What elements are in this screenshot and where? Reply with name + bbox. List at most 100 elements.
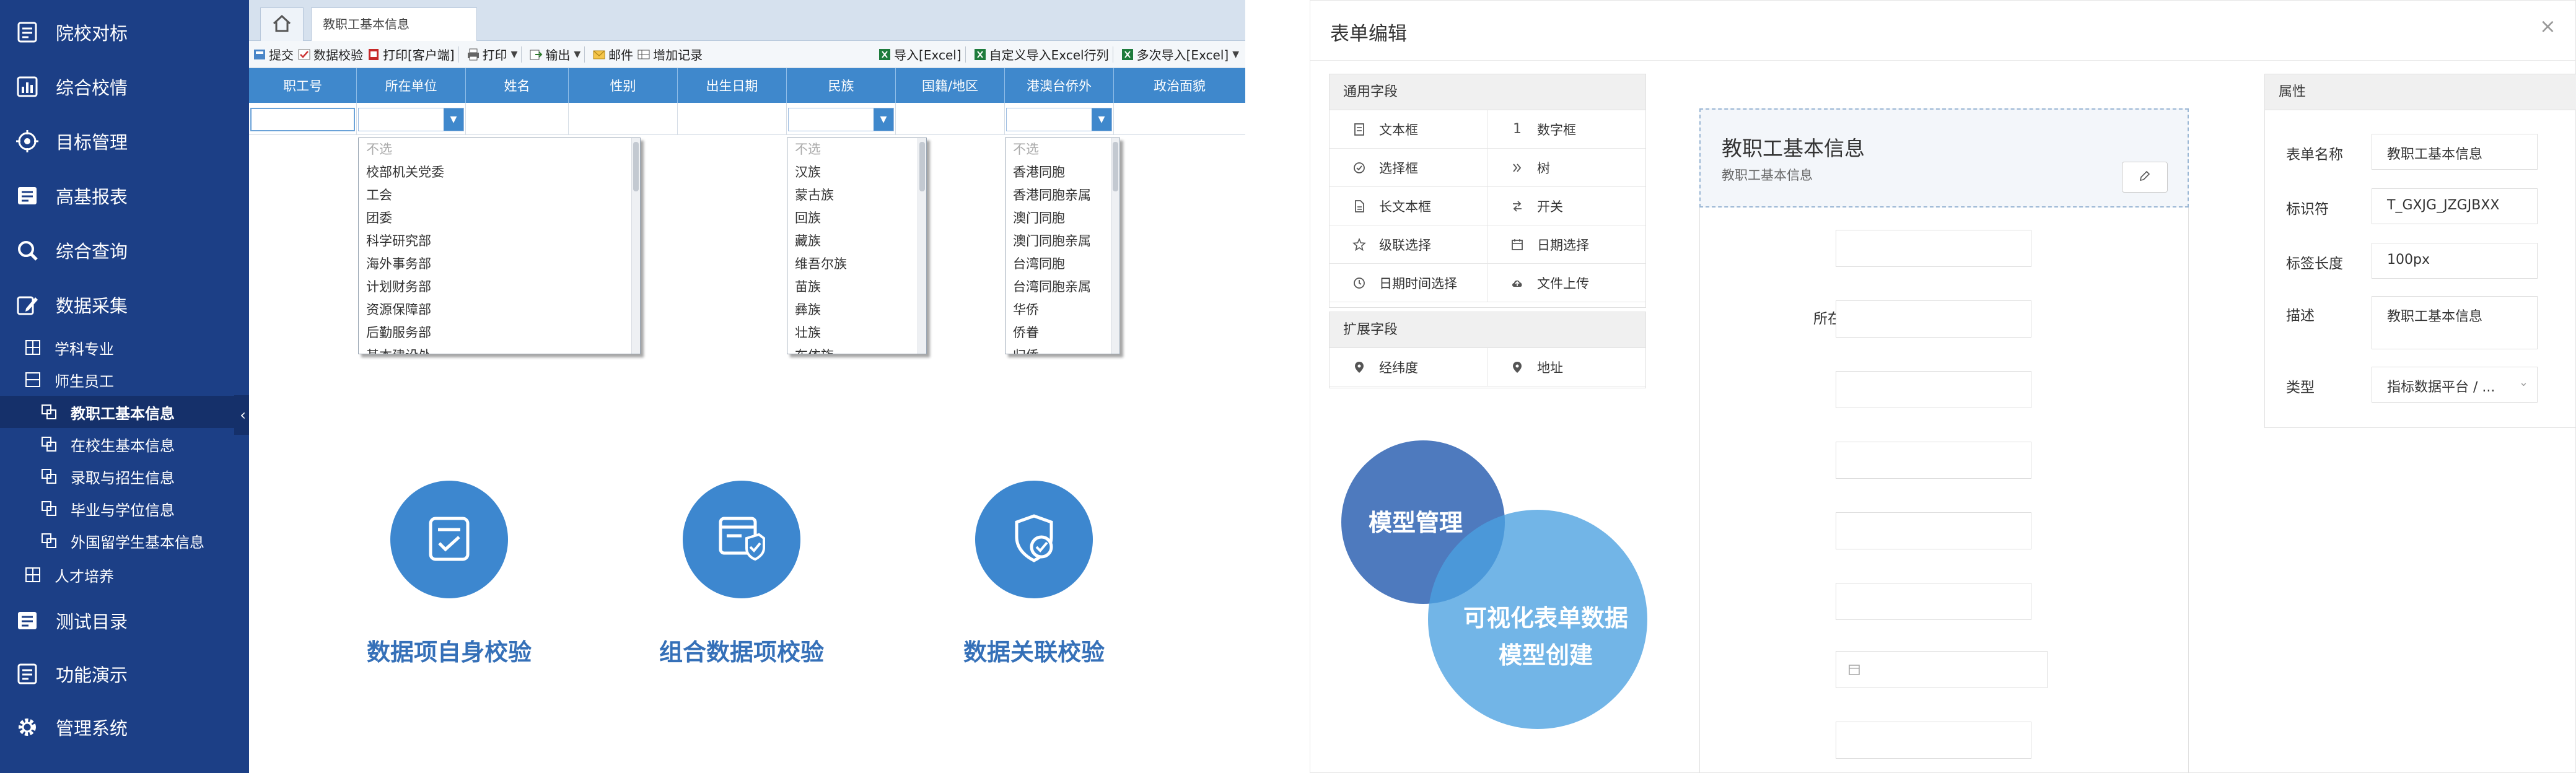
nav-item-goals[interactable]: 目标管理 (0, 115, 249, 167)
name-input[interactable] (1836, 371, 2031, 408)
field-date[interactable]: 日期选择 (1487, 225, 1645, 264)
custom-import-button[interactable]: 自定义导入Excel行列 (973, 45, 1109, 63)
dropdown-option[interactable]: 台湾同胞亲属 (1005, 276, 1119, 299)
add-record-button[interactable]: 增加记录 (637, 45, 703, 63)
unit-code-input[interactable] (1836, 300, 2031, 338)
dropdown-option[interactable]: 澳门同胞 (1005, 207, 1119, 230)
form-name-input[interactable]: 教职工基本信息 (2372, 134, 2538, 170)
dropdown-option[interactable]: 科学研究部 (359, 230, 640, 253)
chevron-down-icon[interactable]: ▼ (874, 108, 893, 131)
column-header[interactable]: 出生日期 (678, 68, 787, 103)
home-tab[interactable] (260, 7, 304, 41)
dropdown-option[interactable]: 汉族 (787, 161, 926, 184)
column-header[interactable]: 国籍/地区 (896, 68, 1005, 103)
validate-button[interactable]: 数据校验 (297, 45, 363, 63)
dropdown-option[interactable]: 团委 (359, 207, 640, 230)
dropdown-option[interactable]: 维吾尔族 (787, 253, 926, 276)
dropdown-option[interactable]: 香港同胞 (1005, 161, 1119, 184)
dropdown-scrollbar[interactable] (631, 138, 640, 354)
field-select[interactable]: 选择框 (1330, 149, 1487, 187)
nav-item-admin[interactable]: 管理系统 (0, 701, 249, 753)
pinyin-name-input[interactable] (1836, 512, 2031, 549)
tab-staff-info[interactable]: 教职工基本信息 (311, 7, 477, 41)
nav-item-benchmark[interactable]: 院校对标 (0, 6, 249, 58)
submit-button[interactable]: 提交 (253, 45, 294, 63)
nav-item-overview[interactable]: 综合校情 (0, 61, 249, 113)
dropdown-option[interactable]: 藏族 (787, 230, 926, 253)
type-select[interactable]: 指标数据平台 / ... ⌄ (2372, 367, 2538, 403)
dropdown-option[interactable]: 蒙古族 (787, 184, 926, 207)
nav-item-query[interactable]: 综合查询 (0, 224, 249, 276)
print-button[interactable]: 打印 ▼ (467, 45, 517, 63)
edit-header-button[interactable] (2122, 162, 2168, 193)
dropdown-option[interactable]: 壮族 (787, 321, 926, 344)
nav-item-demo[interactable]: 功能演示 (0, 648, 249, 700)
column-header[interactable]: 所在单位 (357, 68, 466, 103)
nav-sub-staff[interactable]: 师生员工 (0, 364, 249, 396)
mail-button[interactable]: 邮件 (592, 45, 633, 63)
dropdown-scrollbar[interactable] (1111, 138, 1119, 354)
staff-id-input[interactable] (1836, 230, 2031, 267)
scrollbar-thumb[interactable] (633, 142, 639, 191)
scrollbar-thumb[interactable] (1113, 142, 1118, 191)
dropdown-option[interactable]: 彝族 (787, 299, 926, 321)
column-header[interactable]: 民族 (787, 68, 896, 103)
birthplace-code-input[interactable] (1836, 722, 2031, 759)
nav-leaf-foreign-students[interactable]: 外国留学生基本信息 (0, 525, 249, 557)
nav-sub-discipline[interactable]: 学科专业 (0, 331, 249, 364)
dropdown-option[interactable]: 不选 (787, 138, 926, 161)
dropdown-option[interactable]: 布依族 (787, 344, 926, 354)
nav-sub-talent[interactable]: 人才培养 (0, 559, 249, 591)
nav-leaf-staff-info[interactable]: 教职工基本信息 (0, 396, 249, 428)
field-long-text[interactable]: 长文本框 (1330, 187, 1487, 225)
dropdown-option[interactable]: 侨眷 (1005, 321, 1119, 344)
ethnic-filter-select[interactable]: ▼ (788, 108, 894, 131)
nav-leaf-admission[interactable]: 录取与招生信息 (0, 460, 249, 492)
export-button[interactable]: 输出 ▼ (529, 45, 580, 63)
nav-item-reports[interactable]: 高基报表 (0, 170, 249, 222)
dropdown-option[interactable]: 后勤服务部 (359, 321, 640, 344)
column-header[interactable]: 政治面貌 (1114, 68, 1245, 103)
multi-import-button[interactable]: 多次导入[Excel] ▼ (1121, 45, 1239, 63)
column-header[interactable]: 性别 (569, 68, 678, 103)
import-excel-button[interactable]: 导入[Excel] (878, 45, 962, 63)
chevron-down-icon[interactable]: ▼ (1092, 108, 1111, 131)
dropdown-option[interactable]: 归侨 (1005, 344, 1119, 354)
dropdown-option[interactable]: 华侨 (1005, 299, 1119, 321)
dropdown-option[interactable]: 台湾同胞 (1005, 253, 1119, 276)
field-datetime[interactable]: 日期时间选择 (1330, 264, 1487, 302)
staff-id-filter-input[interactable] (250, 108, 355, 131)
nav-item-test[interactable]: 测试目录 (0, 595, 249, 647)
print-client-button[interactable]: 打印[客户端] (367, 45, 455, 63)
dropdown-option[interactable]: 工会 (359, 184, 640, 207)
english-name-input[interactable] (1836, 442, 2031, 479)
description-textarea[interactable]: 教职工基本信息 (2372, 296, 2538, 349)
field-number[interactable]: 1 数字框 (1487, 110, 1645, 149)
dropdown-option[interactable]: 资源保障部 (359, 299, 640, 321)
unit-filter-select[interactable]: ▼ (358, 108, 464, 131)
column-header[interactable]: 职工号 (249, 68, 357, 103)
nav-item-collection[interactable]: 数据采集 (0, 279, 249, 331)
nav-leaf-student-info[interactable]: 在校生基本信息 (0, 428, 249, 460)
field-coordinates[interactable]: 经纬度 (1330, 348, 1487, 386)
dropdown-option[interactable]: 回族 (787, 207, 926, 230)
label-width-input[interactable]: 100px (2372, 243, 2538, 279)
nav-leaf-graduation[interactable]: 毕业与学位信息 (0, 492, 249, 525)
overseas-filter-select[interactable]: ▼ (1006, 108, 1112, 131)
dropdown-option[interactable]: 不选 (359, 138, 640, 161)
dropdown-option[interactable]: 苗族 (787, 276, 926, 299)
form-header-block[interactable]: 教职工基本信息 教职工基本信息 (1699, 108, 2189, 207)
gender-code-input[interactable] (1836, 583, 2031, 620)
chevron-down-icon[interactable]: ▼ (444, 108, 463, 131)
birth-date-input[interactable] (1836, 651, 2048, 688)
column-header[interactable]: 姓名 (466, 68, 569, 103)
field-address[interactable]: 地址 (1487, 348, 1645, 386)
dropdown-option[interactable]: 海外事务部 (359, 253, 640, 276)
field-cascade[interactable]: 级联选择 (1330, 225, 1487, 264)
dropdown-option[interactable]: 校部机关党委 (359, 161, 640, 184)
field-switch[interactable]: 开关 (1487, 187, 1645, 225)
scrollbar-thumb[interactable] (919, 142, 925, 191)
close-button[interactable]: × (2539, 14, 2556, 38)
field-tree[interactable]: 树 (1487, 149, 1645, 187)
dropdown-option[interactable]: 不选 (1005, 138, 1119, 161)
